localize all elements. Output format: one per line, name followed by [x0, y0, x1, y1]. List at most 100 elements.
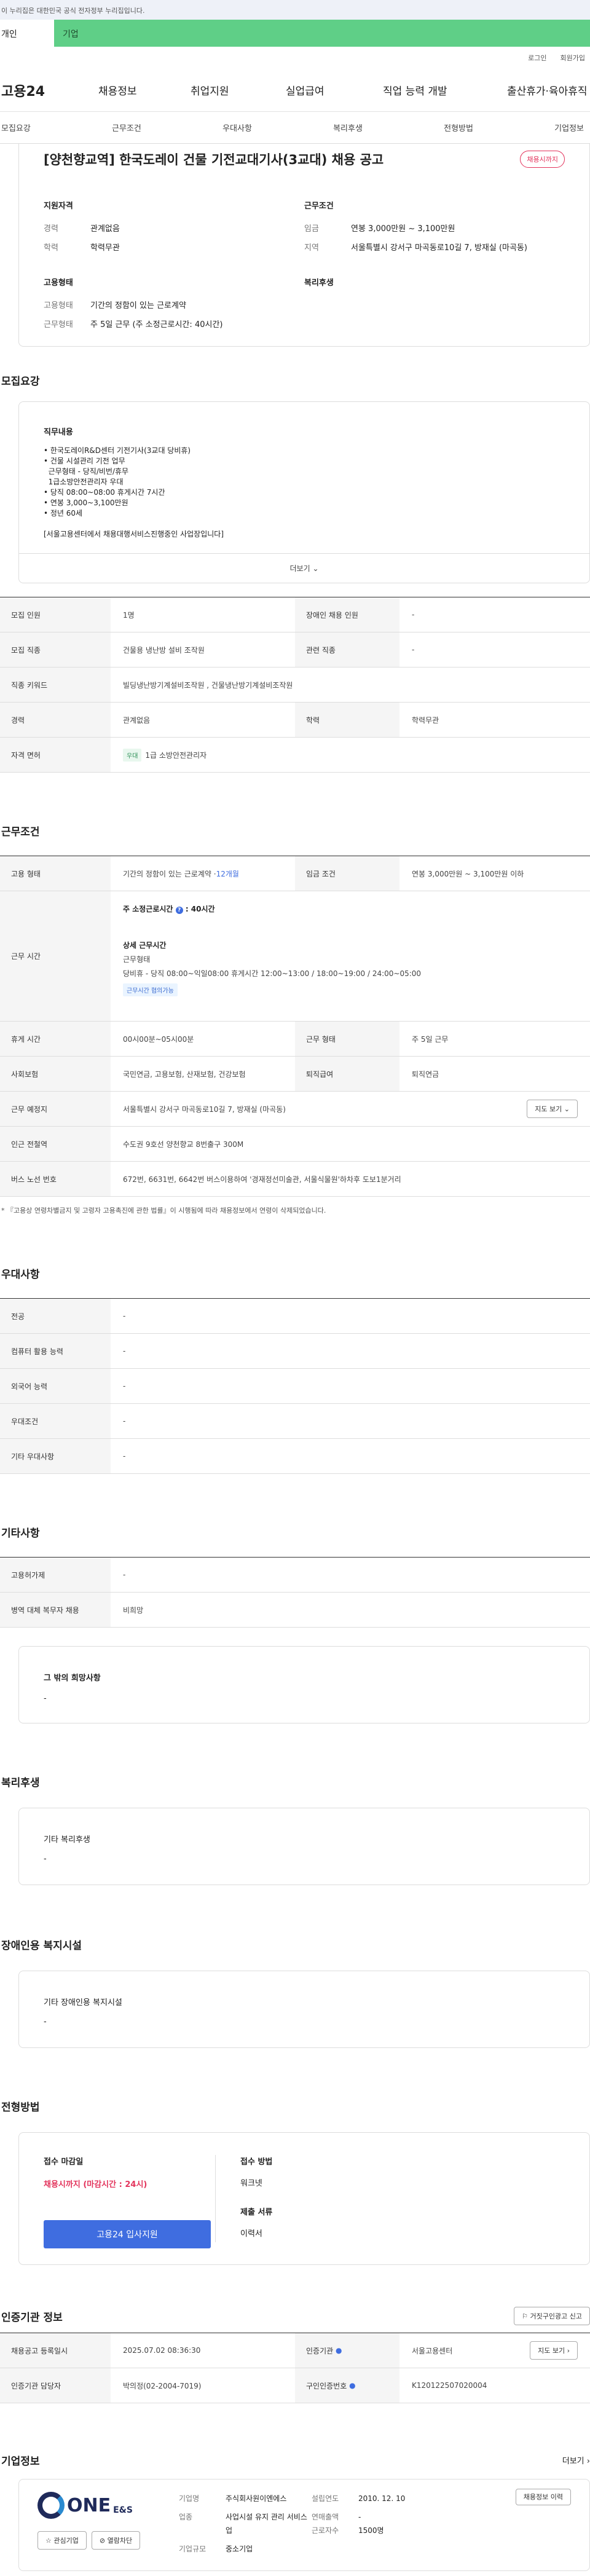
gnb-item-jobs[interactable]: 채용정보: [98, 82, 191, 98]
label: 사회보험: [0, 1057, 111, 1091]
value: 672번, 6631번, 6642번 버스이용하여 '경재정선미술관, 서울식물…: [123, 1175, 401, 1184]
chevron-right-icon: ›: [567, 2347, 570, 2355]
value: -: [123, 1570, 126, 1579]
age-note: * 『고용상 연령차별금지 및 고령자 고용촉진에 관한 법률』이 시행됨에 따…: [1, 1207, 326, 1215]
logo-sub: E&S: [113, 2505, 133, 2515]
pref-tag: 우대: [123, 748, 142, 762]
label: 컴퓨터 활용 능력: [0, 1334, 111, 1368]
duty-line: [44, 519, 589, 529]
value: 수도권 9호선 양천향교 8번출구 300M: [123, 1140, 244, 1149]
label: 설립연도: [312, 2494, 339, 2503]
duty-content: • 한국도레이R&D센터 기전기사(3교대 당비휴) • 건물 시설관리 기전 업…: [44, 446, 589, 540]
duty-line: 1급소방안전관리자 우대: [44, 478, 124, 486]
logo-text: ONE: [67, 2494, 111, 2516]
value: -: [358, 2513, 361, 2521]
disabled-heading: 장애인용 복지시설: [1, 1940, 82, 1952]
emp-heading: 고용형태: [44, 278, 73, 288]
value: 서울특별시 강서구 마곡동로10길 7, 방재실 (마곡동): [351, 243, 527, 253]
user-type-tabs: 개인 기업: [0, 20, 590, 47]
value: 비희망: [123, 1605, 144, 1615]
block-icon: ⊘: [99, 2537, 106, 2545]
label: 학력: [295, 703, 399, 737]
duty-line: • 정년 60세: [44, 509, 83, 518]
more-button[interactable]: 더보기 ⌄: [19, 553, 589, 583]
join-link[interactable]: 회원가입: [560, 53, 585, 63]
report-button[interactable]: ⚐ 거짓구인광고 신고: [514, 2307, 590, 2325]
value: K120122507020004: [412, 2381, 487, 2390]
apply-box: 접수 마감일 채용시까지 (마감시간 : 24시) 고용24 입사지원 접수 방…: [18, 2132, 590, 2265]
qual-heading: 지원자격: [44, 202, 73, 211]
label: 근무 시간: [0, 891, 111, 1021]
duty-line: • 당직 08:00~08:00 휴게시간 7시간: [44, 488, 165, 497]
label: 업종: [179, 2513, 193, 2521]
gov-notice: 이 누리집은 대한민국 공식 전자정부 누리집입니다.: [0, 0, 590, 20]
tab-company[interactable]: 기업: [54, 20, 590, 47]
detail-heading: 상세 근무시간: [123, 941, 167, 950]
other-box: 그 밖의 희망사항 -: [18, 1646, 590, 1723]
docs-value: 이력서: [240, 2229, 262, 2239]
fav-label: 관심기업: [53, 2537, 79, 2545]
label: 임금 조건: [295, 856, 399, 891]
value: -: [123, 1417, 126, 1425]
block-button[interactable]: ⊘ 열람차단: [91, 2531, 141, 2550]
value: -: [412, 610, 415, 619]
value: -: [123, 1382, 126, 1390]
value: 2010. 12. 10: [358, 2494, 406, 2503]
gnb-item-leave[interactable]: 출산휴가·육아휴직: [507, 82, 588, 98]
value: 박의정(02-2004-7019): [123, 2381, 202, 2390]
info-icon[interactable]: ?: [175, 907, 183, 914]
login-link[interactable]: 로그인: [528, 53, 546, 63]
value: -: [123, 1312, 126, 1320]
duty-heading: 직무내용: [44, 428, 73, 437]
tab-personal[interactable]: 개인: [0, 20, 54, 47]
value: 1500명: [358, 2526, 384, 2535]
label: 지역: [304, 243, 319, 253]
label: 모집 직종: [0, 632, 111, 667]
welfare-heading: 복리후생: [1, 1777, 40, 1789]
apply-heading: 전형방법: [1, 2101, 40, 2114]
value: 주 5일 근무 (주 소정근로시간: 40시간): [90, 320, 223, 329]
value: 빌딩냉난방기계설비조작원 , 건물냉난방기계설비조작원: [123, 680, 293, 690]
subnav-company[interactable]: 기업정보: [554, 122, 584, 133]
value: 00시00분~05시00분: [123, 1034, 194, 1044]
map-button[interactable]: 지도 보기 ⌄: [527, 1100, 578, 1118]
label: 인근 전철역: [0, 1127, 111, 1161]
value: 1급 소방안전관리자: [145, 750, 207, 760]
chevron-down-icon: ⌄: [564, 1105, 570, 1113]
subnav-pref[interactable]: 우대사항: [222, 122, 252, 133]
subnav-apply[interactable]: 전형방법: [444, 122, 473, 133]
company-box: ONE E&S ☆ 관심기업 ⊘ 열람차단 기업명 주식회사원이엔에스 설립연도 20…: [18, 2479, 590, 2571]
duty-line: 근무형태 - 당직/비번/휴무: [44, 467, 129, 476]
star-icon: ☆: [45, 2537, 52, 2545]
duty-line: • 한국도레이R&D센터 기전기사(3교대 당비휴): [44, 446, 191, 455]
apply-button[interactable]: 고용24 입사지원: [44, 2220, 211, 2248]
gnb-item-benefit[interactable]: 실업급여: [286, 82, 383, 98]
cond-heading: 근무조건: [304, 202, 334, 211]
job-summary: [양천향교역] 한국도레이 건물 기전교대기사(3교대) 채용 공고 채용시까지…: [18, 144, 590, 347]
utility-links: 로그인 회원가입: [0, 47, 590, 69]
subnav-work[interactable]: 근무조건: [112, 122, 141, 133]
jobs-history-button[interactable]: 채용정보 이력: [515, 2489, 571, 2505]
gnb-item-support[interactable]: 취업지원: [191, 82, 286, 98]
label: 병역 대체 복무자 채용: [0, 1593, 111, 1627]
welfare-sub: 기타 복리후생: [44, 1835, 90, 1845]
docs-heading: 제출 서류: [240, 2208, 273, 2217]
value: 관계없음: [123, 715, 151, 725]
gnb-item-training[interactable]: 직업 능력 개발: [383, 82, 507, 98]
subnav-welfare[interactable]: 복리후생: [333, 122, 363, 133]
label: 우대조건: [0, 1404, 111, 1438]
deadline-value: 채용시까지 (마감시간 : 24시): [44, 2180, 148, 2189]
fav-button[interactable]: ☆ 관심기업: [37, 2531, 87, 2550]
map-button[interactable]: 지도 보기 ›: [530, 2341, 578, 2360]
method-heading: 접수 방법: [240, 2157, 273, 2167]
subnav-recruit[interactable]: 모집요강: [1, 122, 31, 133]
detail-value: 당비휴 - 당직 08:00~익일08:00 휴게시간 12:00~13:00 …: [123, 969, 422, 978]
company-more-link[interactable]: 더보기 ›: [562, 2454, 590, 2466]
info-icon[interactable]: ●: [336, 2346, 342, 2355]
info-icon[interactable]: ●: [349, 2381, 355, 2390]
label: 고용형태: [44, 301, 73, 310]
work-table: 고용 형태 기간의 정함이 있는 근로계약 · 12개월 임금 조건 연봉 3,000…: [0, 856, 590, 1197]
value: 1명: [123, 610, 135, 620]
value: 관계없음: [90, 224, 120, 234]
site-logo[interactable]: 고용24: [0, 81, 98, 100]
